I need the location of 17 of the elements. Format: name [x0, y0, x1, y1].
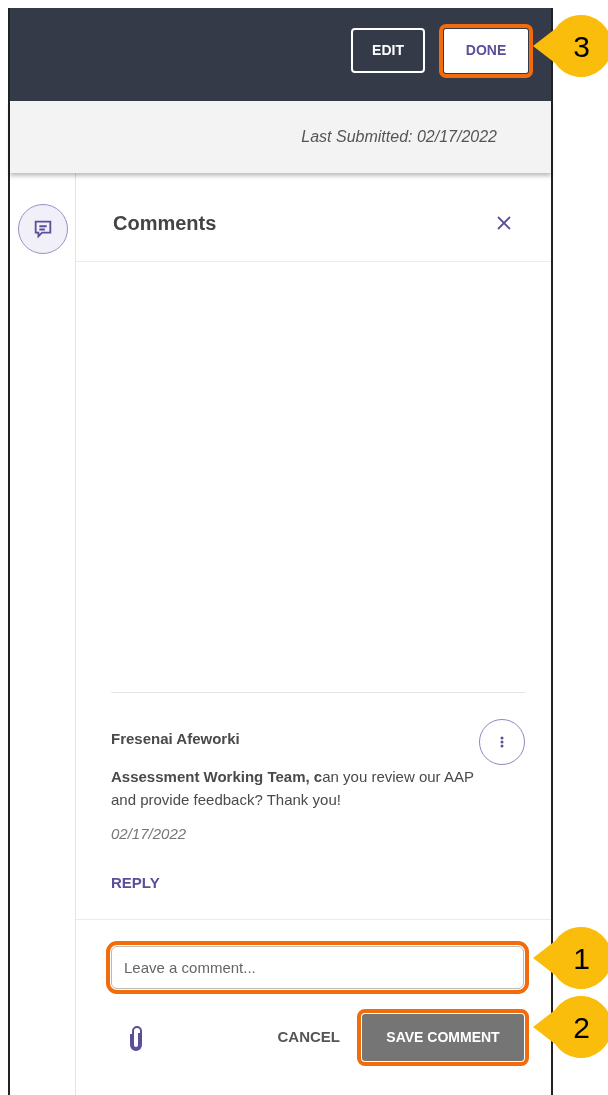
- callout-badge: 1: [533, 927, 608, 989]
- callout-badge: 2: [533, 996, 608, 1058]
- reply-link[interactable]: REPLY: [111, 871, 160, 894]
- attach-button[interactable]: [128, 1024, 144, 1051]
- comments-toggle-button[interactable]: [17, 204, 68, 254]
- comment-author: Fresenai Afeworki: [111, 728, 240, 749]
- comment-text: Assessment Working Team, can you review our AAP and provide feedback? Thank you!: [111, 766, 475, 810]
- close-icon: [497, 216, 511, 230]
- close-button[interactable]: [497, 216, 511, 230]
- panel-title: Comments: [113, 211, 217, 236]
- callout-badge: 3: [533, 15, 608, 77]
- cancel-button[interactable]: CANCEL: [277, 1026, 340, 1049]
- comment-date: 02/17/2022: [111, 823, 188, 844]
- last-submitted-text: Last Submitted: 02/17/2022: [301, 127, 497, 147]
- paperclip-icon: [128, 1024, 144, 1051]
- edit-button[interactable]: EDIT: [351, 28, 425, 73]
- more-icon: [500, 735, 504, 748]
